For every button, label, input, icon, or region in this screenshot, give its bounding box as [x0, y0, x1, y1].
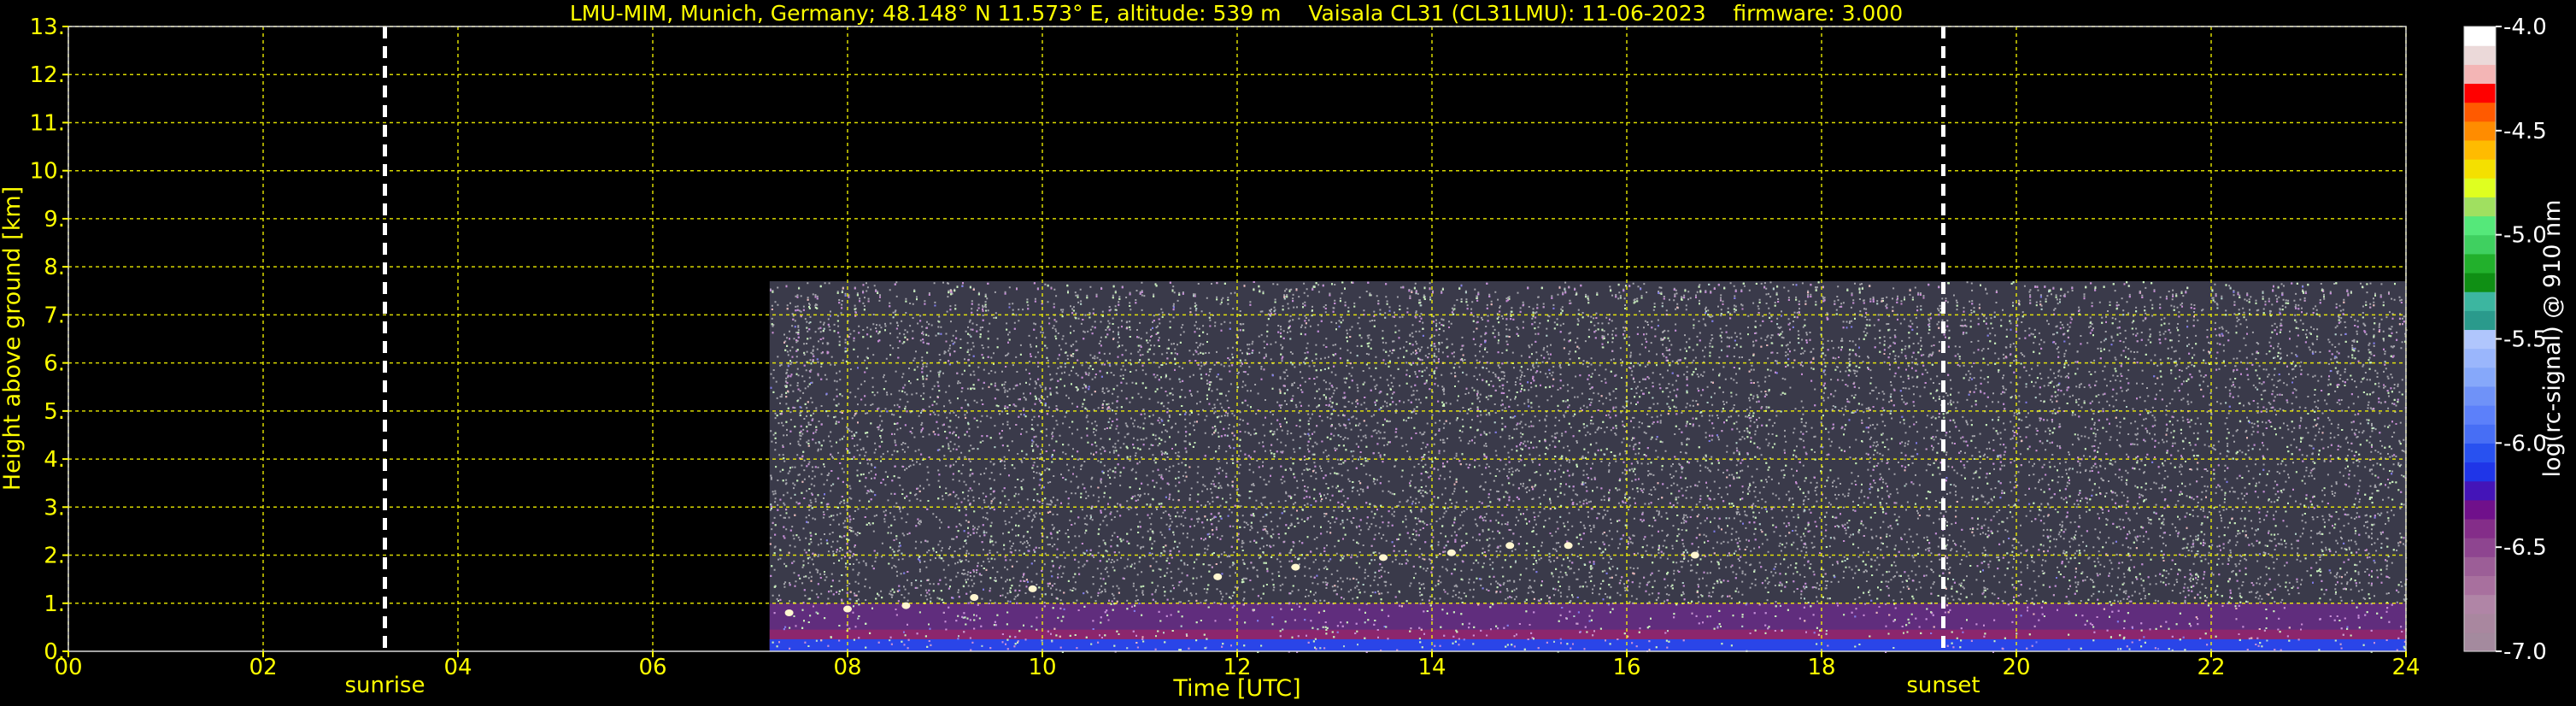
cloud-point-3	[970, 594, 979, 602]
heatmap-base	[769, 281, 2406, 651]
cloud-point-7	[1379, 554, 1388, 562]
cloud-point-4	[1028, 585, 1037, 592]
colorbar-segment-0	[2464, 632, 2496, 652]
cloud-point-5	[1213, 573, 1223, 580]
cloud-point-1	[843, 605, 852, 613]
colorbar-tick-label--4.0: -4.0	[2503, 15, 2547, 40]
x-tick-label-16: 16	[1612, 655, 1640, 680]
colorbar-segment-29	[2464, 83, 2496, 103]
colorbar-segment-24	[2464, 178, 2496, 197]
colorbar-segment-4	[2464, 556, 2496, 576]
x-tick-label-06: 06	[638, 655, 666, 680]
backscatter-heatmap	[769, 281, 2408, 653]
y-tick-label-2: 2.	[44, 544, 65, 569]
colorbar-segment-14	[2464, 367, 2496, 387]
colorbar-segment-7	[2464, 499, 2496, 520]
x-tick-label-20: 20	[2002, 655, 2030, 680]
y-tick-label-1: 1.	[44, 591, 65, 617]
colorbar-segment-26	[2464, 139, 2496, 160]
x-tick-label-04: 04	[443, 655, 472, 680]
colorbar-segment-31	[2464, 45, 2496, 65]
colorbar-segment-30	[2464, 64, 2496, 85]
colorbar-segment-28	[2464, 102, 2496, 122]
y-tick-label-6: 6.	[44, 351, 65, 377]
cloud-point-2	[901, 602, 911, 609]
y-tick-label-11: 11.	[30, 110, 65, 136]
colorbar-segment-10	[2464, 443, 2496, 463]
y-tick-label-9: 9.	[44, 207, 65, 232]
colorbar-segment-11	[2464, 424, 2496, 444]
x-tick-label-08: 08	[833, 655, 861, 680]
chart-title: LMU-MIM, Munich, Germany; 48.148° N 11.5…	[570, 1, 1903, 26]
y-tick-label-7: 7.	[44, 303, 65, 328]
colorbar-tick-label--4.5: -4.5	[2503, 119, 2547, 144]
colorbar-segment-25	[2464, 159, 2496, 179]
y-tick-label-4: 4.	[44, 447, 65, 473]
colorbar-segment-19	[2464, 272, 2496, 292]
cloud-point-11	[1690, 551, 1699, 559]
cloud-point-6	[1291, 563, 1300, 571]
colorbar-segment-13	[2464, 385, 2496, 406]
colorbar-segment-6	[2464, 518, 2496, 538]
colorbar-segment-16	[2464, 329, 2496, 350]
ceilometer-chart: LMU-MIM, Munich, Germany; 48.148° N 11.5…	[0, 0, 2576, 706]
colorbar-label: log(rc-signal) @ 910 nm	[2539, 200, 2566, 478]
y-tick-label-3: 3.	[44, 495, 65, 521]
colorbar-segment-8	[2464, 480, 2496, 501]
colorbar-segment-22	[2464, 215, 2496, 236]
sunrise-label: sunrise	[345, 673, 425, 698]
colorbar-segment-27	[2464, 121, 2496, 141]
x-axis-label: Time [UTC]	[1172, 675, 1300, 702]
x-tick-label-24: 24	[2391, 655, 2420, 680]
colorbar-segment-15	[2464, 348, 2496, 368]
colorbar-segment-3	[2464, 575, 2496, 596]
colorbar-segment-12	[2464, 405, 2496, 425]
colorbar-segment-21	[2464, 234, 2496, 255]
colorbar-segment-5	[2464, 538, 2496, 557]
x-tick-label-18: 18	[1807, 655, 1835, 680]
cloud-point-8	[1446, 549, 1456, 556]
colorbar-segment-17	[2464, 310, 2496, 331]
colorbar-segment-1	[2464, 613, 2496, 633]
colorbar-segment-32	[2464, 26, 2496, 46]
cloud-point-10	[1564, 542, 1573, 550]
colorbar-segment-23	[2464, 197, 2496, 217]
x-tick-label-02: 02	[249, 655, 277, 680]
colorbar-segment-2	[2464, 594, 2496, 615]
colorbar-tick-label--6.5: -6.5	[2503, 535, 2547, 561]
colorbar	[2463, 26, 2497, 652]
sunset-label: sunset	[1906, 673, 1980, 698]
x-tick-label-14: 14	[1417, 655, 1446, 680]
y-tick-label-8: 8.	[44, 255, 65, 280]
colorbar-segment-9	[2464, 462, 2496, 482]
y-tick-label-0: 0.	[44, 639, 65, 665]
cloud-point-0	[784, 609, 794, 617]
cloud-point-9	[1505, 542, 1515, 550]
heatmap-surface-layer	[769, 638, 2406, 651]
colorbar-segment-20	[2464, 253, 2496, 274]
colorbar-tick-label--7.0: -7.0	[2503, 639, 2547, 665]
y-tick-label-12: 12.	[30, 62, 65, 88]
y-axis-label: Height above ground [km]	[0, 186, 26, 491]
y-tick-label-10: 10.	[30, 159, 65, 185]
y-tick-label-13: 13.	[30, 15, 65, 40]
colorbar-segment-18	[2464, 291, 2496, 311]
x-tick-label-22: 22	[2197, 655, 2225, 680]
x-tick-label-10: 10	[1028, 655, 1056, 680]
y-tick-label-5: 5.	[44, 399, 65, 425]
